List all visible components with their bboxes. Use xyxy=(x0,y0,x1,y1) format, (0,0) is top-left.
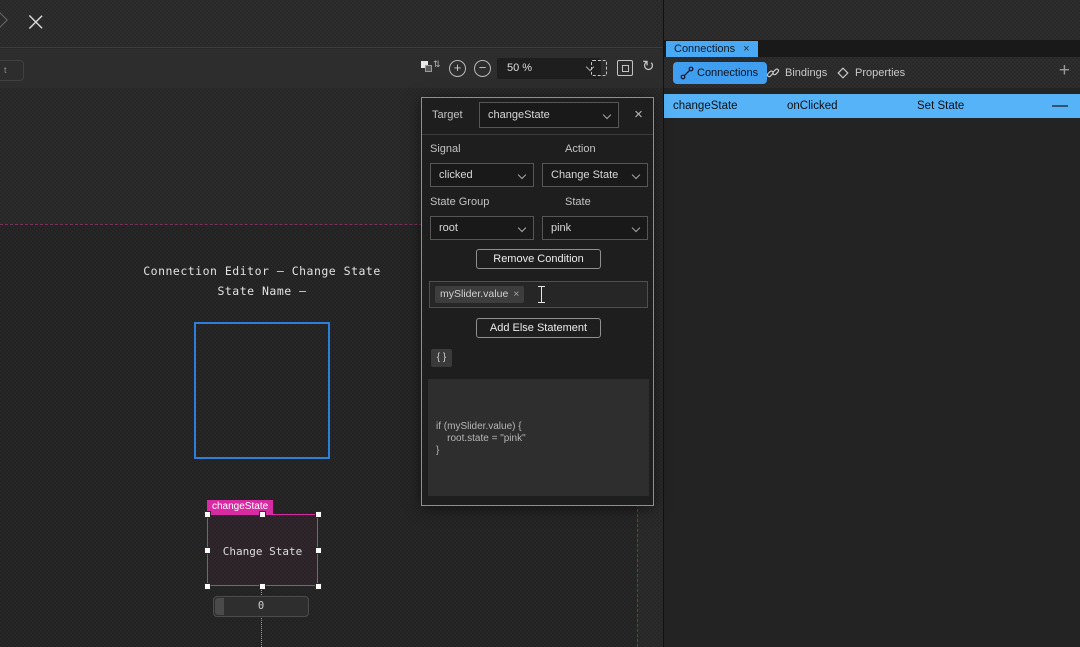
text-cursor xyxy=(537,286,546,303)
state-group-dropdown[interactable]: root xyxy=(430,216,534,240)
toolbar-tab-connections[interactable]: Connections xyxy=(673,62,767,84)
zoom-level-field[interactable]: 50 % xyxy=(497,58,601,79)
selection-handle[interactable] xyxy=(316,512,321,517)
application-window: t ⇅ + − 50 % ↻ Connection Editor — Chang… xyxy=(0,0,1080,647)
action-dropdown[interactable]: Change State xyxy=(542,163,648,187)
toolbar-tab-bindings[interactable]: Bindings xyxy=(766,62,827,84)
zoom-out-icon[interactable]: − xyxy=(474,60,491,77)
fit-screen-icon[interactable] xyxy=(591,60,607,76)
remove-connection-icon[interactable] xyxy=(1052,105,1068,107)
close-icon[interactable] xyxy=(29,13,43,27)
tab-connections-label: Connections xyxy=(674,43,735,55)
signal-dropdown[interactable]: clicked xyxy=(430,163,534,187)
button-item-text: Change State xyxy=(208,545,317,558)
code-line: root.state = "pink" xyxy=(436,433,526,445)
state-label: State xyxy=(565,196,591,208)
top-bar xyxy=(0,0,663,48)
dialog-close-icon[interactable]: × xyxy=(631,108,646,123)
condition-tag-close-icon[interactable]: × xyxy=(513,288,519,300)
target-value: changeState xyxy=(488,109,550,121)
chevron-down-icon xyxy=(632,224,640,232)
background-color-toggle-icon[interactable]: ⇅ xyxy=(421,61,437,75)
panel-tab-strip: Connections × xyxy=(664,40,1080,57)
canvas-toolbar: t ⇅ + − 50 % ↻ xyxy=(0,49,663,88)
state-rectangle-item[interactable] xyxy=(194,322,330,459)
add-else-statement-button[interactable]: Add Else Statement xyxy=(476,318,601,338)
condition-tag-chip[interactable]: mySlider.value × xyxy=(435,286,524,303)
code-line: if (mySlider.value) { xyxy=(436,421,526,433)
remove-condition-button[interactable]: Remove Condition xyxy=(476,249,601,269)
action-value: Change State xyxy=(551,169,618,181)
action-label: Action xyxy=(565,143,596,155)
add-connection-button[interactable]: + xyxy=(1059,60,1070,82)
connections-icon xyxy=(680,66,694,80)
zoom-level-value: 50 % xyxy=(507,62,532,74)
signal-value: clicked xyxy=(439,169,473,181)
toolbar-tab-connections-label: Connections xyxy=(697,67,758,79)
selected-button-item[interactable]: Change State xyxy=(207,514,318,586)
panel-toolbar: Connections Bindings Properties + xyxy=(664,57,1080,88)
selection-handle[interactable] xyxy=(316,584,321,589)
chevron-down-icon xyxy=(603,111,611,119)
connection-row-action: Set State xyxy=(917,94,1052,118)
selection-handle[interactable] xyxy=(260,512,265,517)
bindings-icon xyxy=(766,66,780,80)
canvas-title-text: Connection Editor — Change State xyxy=(132,264,392,278)
selection-handle[interactable] xyxy=(316,548,321,553)
chevron-right-icon xyxy=(0,10,8,30)
state-dropdown[interactable]: pink xyxy=(542,216,648,240)
toolbar-tab-bindings-label: Bindings xyxy=(785,67,827,79)
state-group-value: root xyxy=(439,222,458,234)
condition-input[interactable]: mySlider.value × xyxy=(429,281,648,308)
selection-handle[interactable] xyxy=(205,584,210,589)
target-dropdown[interactable]: changeState xyxy=(479,102,619,128)
slider-value: 0 xyxy=(214,600,308,612)
reset-view-icon[interactable]: ↻ xyxy=(642,57,655,75)
signal-label: Signal xyxy=(430,143,461,155)
code-preview: if (mySlider.value) { root.state = "pink… xyxy=(428,379,649,496)
zoom-to-selection-icon[interactable] xyxy=(617,60,633,76)
condition-tag-text: mySlider.value xyxy=(440,288,508,300)
properties-icon xyxy=(836,66,850,80)
chevron-down-icon xyxy=(518,171,526,179)
toolbar-tab-properties-label: Properties xyxy=(855,67,905,79)
chevron-down-icon xyxy=(632,171,640,179)
target-label: Target xyxy=(432,109,463,121)
slider-item[interactable]: 0 xyxy=(213,596,309,617)
selection-handle[interactable] xyxy=(260,584,265,589)
state-group-label: State Group xyxy=(430,196,489,208)
selection-handle[interactable] xyxy=(205,548,210,553)
open-code-editor-button[interactable]: { } xyxy=(431,349,452,367)
zoom-in-icon[interactable]: + xyxy=(449,60,466,77)
connection-row-target: changeState xyxy=(664,94,787,118)
tab-connections[interactable]: Connections × xyxy=(666,41,758,57)
selection-handle[interactable] xyxy=(205,512,210,517)
connection-row-signal: onClicked xyxy=(787,94,917,118)
connection-row[interactable]: changeState onClicked Set State xyxy=(664,94,1080,118)
chevron-down-icon xyxy=(518,224,526,232)
breadcrumb-stub[interactable]: t xyxy=(0,60,24,81)
connection-editor-dialog: Target changeState × Signal Action click… xyxy=(421,97,654,506)
code-line: } xyxy=(436,445,526,457)
canvas-subtitle-text: State Name — xyxy=(132,284,392,298)
toolbar-tab-properties[interactable]: Properties xyxy=(836,62,905,84)
connections-panel: Connections× Connections Bindings Pro xyxy=(663,0,1080,647)
state-value: pink xyxy=(551,222,571,234)
panel-top-bar xyxy=(664,0,1080,40)
tab-close-icon[interactable]: × xyxy=(743,43,749,55)
divider xyxy=(422,134,653,135)
